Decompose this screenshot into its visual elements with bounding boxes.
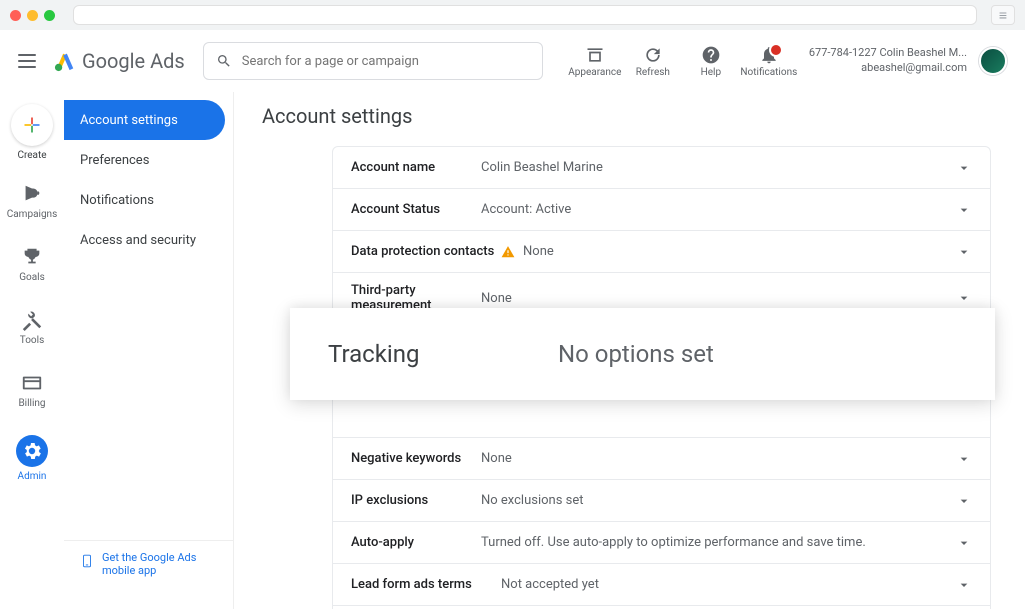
- chevron-down-icon: [956, 577, 972, 593]
- rail-item-tools[interactable]: Tools: [2, 305, 62, 350]
- row-label: IP exclusions: [351, 493, 481, 508]
- phone-icon: [80, 551, 94, 571]
- chevron-down-icon: [956, 493, 972, 509]
- create-button[interactable]: [11, 104, 53, 146]
- app-header: Google Ads Appearance Refresh Help Notif…: [0, 30, 1025, 92]
- refresh-button[interactable]: Refresh: [625, 45, 681, 78]
- search-input[interactable]: [242, 54, 530, 69]
- app-logo-text: Google Ads: [82, 49, 185, 73]
- row-value: Turned off. Use auto-apply to optimize p…: [481, 535, 956, 550]
- sidebar-item-access-security[interactable]: Access and security: [64, 220, 233, 260]
- gear-icon: [21, 440, 43, 462]
- search-icon: [216, 53, 232, 69]
- appearance-button[interactable]: Appearance: [567, 45, 623, 78]
- tracking-value: No options set: [558, 340, 714, 368]
- window-close-dot[interactable]: [10, 10, 21, 21]
- sidebar-item-account-settings[interactable]: Account settings: [64, 100, 225, 140]
- account-info[interactable]: 677-784-1227 Colin Beashel M... abeashel…: [809, 46, 967, 76]
- tracking-overlay[interactable]: Tracking No options set: [290, 308, 995, 400]
- row-lead-form[interactable]: Lead form ads terms Not accepted yet: [333, 564, 990, 606]
- row-negative-keywords[interactable]: Negative keywords None: [333, 438, 990, 480]
- window-maximize-dot[interactable]: [44, 10, 55, 21]
- chevron-down-icon: [956, 202, 972, 218]
- search-bar[interactable]: [203, 42, 543, 80]
- tools-icon: [21, 309, 43, 331]
- mobile-app-link[interactable]: Get the Google Ads mobile app: [64, 540, 233, 587]
- window-minimize-dot[interactable]: [27, 10, 38, 21]
- row-value: Colin Beashel Marine: [481, 160, 956, 175]
- page-title: Account settings: [262, 104, 997, 128]
- google-ads-logo-icon: [54, 50, 76, 72]
- app-logo[interactable]: Google Ads: [54, 49, 185, 73]
- chevron-down-icon: [956, 160, 972, 176]
- trophy-icon: [21, 246, 43, 268]
- account-id-line: 677-784-1227 Colin Beashel M...: [809, 46, 967, 61]
- row-label: Data protection contacts: [351, 244, 501, 259]
- rail-item-goals[interactable]: Goals: [2, 242, 62, 287]
- left-rail: Create Campaigns Goals Tools Billing Adm…: [0, 92, 64, 609]
- sidebar-item-notifications[interactable]: Notifications: [64, 180, 233, 220]
- help-icon: [701, 45, 721, 65]
- hamburger-menu-icon[interactable]: [18, 54, 36, 68]
- browser-menu-icon[interactable]: ≡: [991, 5, 1015, 25]
- window-titlebar: ≡: [0, 0, 1025, 30]
- chevron-down-icon: [956, 535, 972, 551]
- chevron-down-icon: [956, 244, 972, 260]
- card-icon: [21, 372, 43, 394]
- row-ip-exclusions[interactable]: IP exclusions No exclusions set: [333, 480, 990, 522]
- row-account-status[interactable]: Account Status Account: Active: [333, 189, 990, 231]
- notifications-button[interactable]: Notifications: [741, 45, 797, 78]
- rail-item-billing[interactable]: Billing: [2, 368, 62, 413]
- chevron-down-icon: [956, 290, 972, 306]
- create-label: Create: [17, 150, 46, 161]
- megaphone-icon: [21, 183, 43, 205]
- row-label: Account name: [351, 160, 481, 175]
- plus-icon: [22, 115, 42, 135]
- row-label: Account Status: [351, 202, 481, 217]
- row-label: Negative keywords: [351, 451, 481, 466]
- tracking-label: Tracking: [328, 340, 558, 368]
- row-value: None: [501, 244, 956, 259]
- row-label: Lead form ads terms: [351, 577, 501, 592]
- account-email: abeashel@gmail.com: [809, 61, 967, 76]
- url-bar[interactable]: [73, 5, 977, 25]
- rail-item-admin[interactable]: Admin: [2, 431, 62, 486]
- rail-item-campaigns[interactable]: Campaigns: [2, 179, 62, 224]
- avatar[interactable]: [979, 47, 1007, 75]
- row-value: None: [481, 291, 956, 306]
- row-value: None: [481, 451, 956, 466]
- bell-icon: [759, 45, 779, 65]
- row-value: Account: Active: [481, 202, 956, 217]
- appearance-icon: [585, 45, 605, 65]
- refresh-icon: [643, 45, 663, 65]
- warning-icon: [501, 245, 515, 259]
- row-auto-apply[interactable]: Auto-apply Turned off. Use auto-apply to…: [333, 522, 990, 564]
- sidebar-item-preferences[interactable]: Preferences: [64, 140, 233, 180]
- sidebar: Account settings Preferences Notificatio…: [64, 92, 234, 609]
- row-data-protection[interactable]: Data protection contacts None: [333, 231, 990, 273]
- chevron-down-icon: [956, 451, 972, 467]
- help-button[interactable]: Help: [683, 45, 739, 78]
- row-account-name[interactable]: Account name Colin Beashel Marine: [333, 147, 990, 189]
- row-label: Auto-apply: [351, 535, 481, 550]
- row-value: No exclusions set: [481, 493, 956, 508]
- row-value: Not accepted yet: [501, 577, 956, 592]
